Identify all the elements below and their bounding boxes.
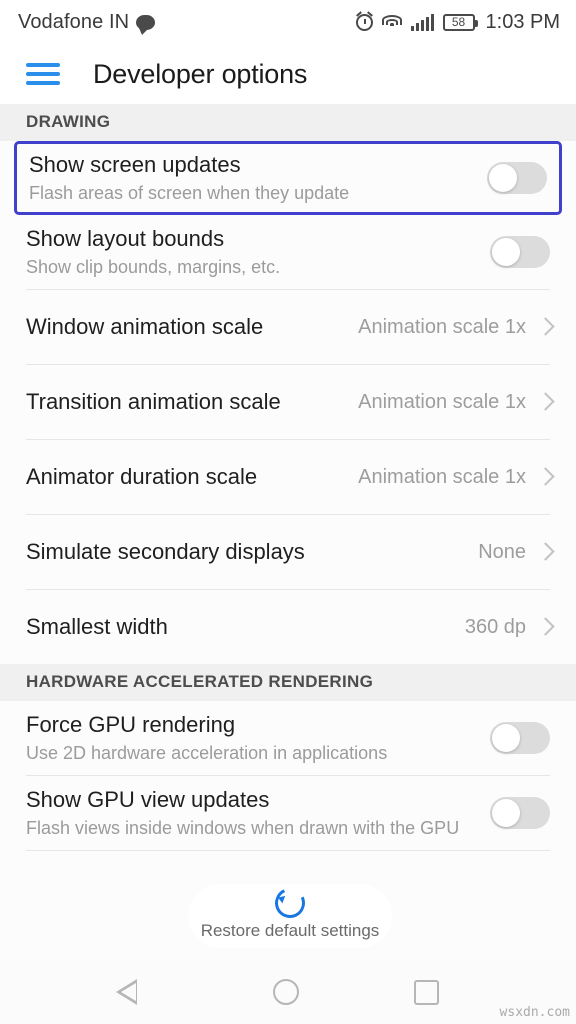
row-value: 360 dp (464, 615, 526, 638)
section-header-drawing: DRAWING (0, 104, 576, 141)
setting-row-window-animation-scale[interactable]: Window animation scale Animation scale 1… (0, 290, 576, 364)
back-triangle-icon[interactable] (116, 978, 159, 1006)
carrier-label: Vodafone IN (18, 10, 130, 33)
chevron-right-icon (538, 392, 550, 412)
row-summary: Flash areas of screen when they update (29, 182, 350, 203)
row-value: Animation scale 1x (358, 465, 526, 488)
toggle-force-gpu-rendering[interactable] (490, 722, 550, 754)
watermark: wsxdn.com (499, 1005, 570, 1020)
hamburger-menu-icon[interactable] (26, 63, 60, 85)
alarm-icon (355, 13, 373, 31)
setting-row-transition-animation-scale[interactable]: Transition animation scale Animation sca… (0, 365, 576, 439)
action-bar: Developer options (0, 44, 576, 104)
row-texts: Animator duration scale (26, 463, 358, 491)
battery-level-label: 58 (451, 15, 466, 29)
chevron-right-icon (538, 617, 550, 637)
status-icons: 58 1:03 PM (355, 10, 560, 34)
setting-row-show-screen-updates[interactable]: Show screen updates Flash areas of scree… (14, 141, 562, 215)
setting-row-show-gpu-view-updates[interactable]: Show GPU view updates Flash views inside… (0, 776, 576, 850)
row-value: None (478, 540, 526, 563)
row-summary: Show clip bounds, margins, etc. (26, 256, 281, 277)
row-value: Animation scale 1x (358, 315, 526, 338)
setting-row-simulate-secondary-displays[interactable]: Simulate secondary displays None (0, 515, 576, 589)
row-title: Smallest width (26, 613, 168, 639)
battery-icon: 58 (442, 13, 478, 31)
row-texts: Show layout bounds Show clip bounds, mar… (26, 225, 490, 280)
toggle-show-layout-bounds[interactable] (490, 236, 550, 268)
page-title: Developer options (93, 58, 308, 89)
row-title: Show screen updates (29, 151, 241, 177)
row-title: Animator duration scale (26, 463, 258, 489)
row-texts: Window animation scale (26, 313, 358, 341)
setting-row-smallest-width[interactable]: Smallest width 360 dp (0, 590, 576, 664)
chevron-right-icon (538, 467, 550, 487)
chevron-right-icon (538, 317, 550, 337)
row-title: Show layout bounds (26, 225, 225, 251)
clock-label: 1:03 PM (485, 10, 560, 33)
chevron-right-icon (538, 542, 550, 562)
recents-square-icon[interactable] (413, 979, 439, 1005)
row-summary: Use 2D hardware acceleration in applicat… (26, 742, 388, 763)
row-texts: Simulate secondary displays (26, 538, 478, 566)
setting-row-show-layout-bounds[interactable]: Show layout bounds Show clip bounds, mar… (0, 215, 576, 289)
wifi-icon (381, 14, 402, 30)
toast-label: Restore default settings (200, 921, 380, 940)
row-title: Show GPU view updates (26, 786, 270, 812)
row-texts: Show screen updates Flash areas of scree… (29, 151, 487, 206)
row-summary: Flash views inside windows when drawn wi… (26, 817, 460, 838)
setting-row-animator-duration-scale[interactable]: Animator duration scale Animation scale … (0, 440, 576, 514)
signal-bars-icon (410, 13, 434, 31)
navigation-bar (0, 960, 576, 1024)
row-texts: Transition animation scale (26, 388, 358, 416)
status-bar: Vodafone IN 58 1:03 PM (0, 0, 576, 44)
phone-screen: Vodafone IN 58 1:03 PM Developer options… (0, 0, 576, 1024)
chat-bubble-icon (136, 14, 156, 35)
home-circle-icon[interactable] (273, 979, 300, 1005)
divider (26, 850, 550, 851)
settings-list[interactable]: DRAWING Show screen updates Flash areas … (0, 104, 576, 960)
row-texts: Force GPU rendering Use 2D hardware acce… (26, 711, 490, 766)
row-title: Force GPU rendering (26, 711, 236, 737)
loading-spinner-icon (270, 883, 310, 923)
row-title: Simulate secondary displays (26, 538, 305, 564)
row-value: Animation scale 1x (358, 390, 526, 413)
row-texts: Show GPU view updates Flash views inside… (26, 786, 490, 841)
row-title: Transition animation scale (26, 388, 281, 414)
setting-row-force-gpu-rendering[interactable]: Force GPU rendering Use 2D hardware acce… (0, 701, 576, 775)
restore-default-settings-toast: Restore default settings (188, 883, 392, 948)
section-header-hardware-accelerated-rendering: HARDWARE ACCELERATED RENDERING (0, 664, 576, 701)
toggle-show-screen-updates[interactable] (487, 162, 547, 194)
row-texts: Smallest width (26, 613, 465, 641)
toggle-show-gpu-view-updates[interactable] (490, 797, 550, 829)
row-title: Window animation scale (26, 313, 264, 339)
